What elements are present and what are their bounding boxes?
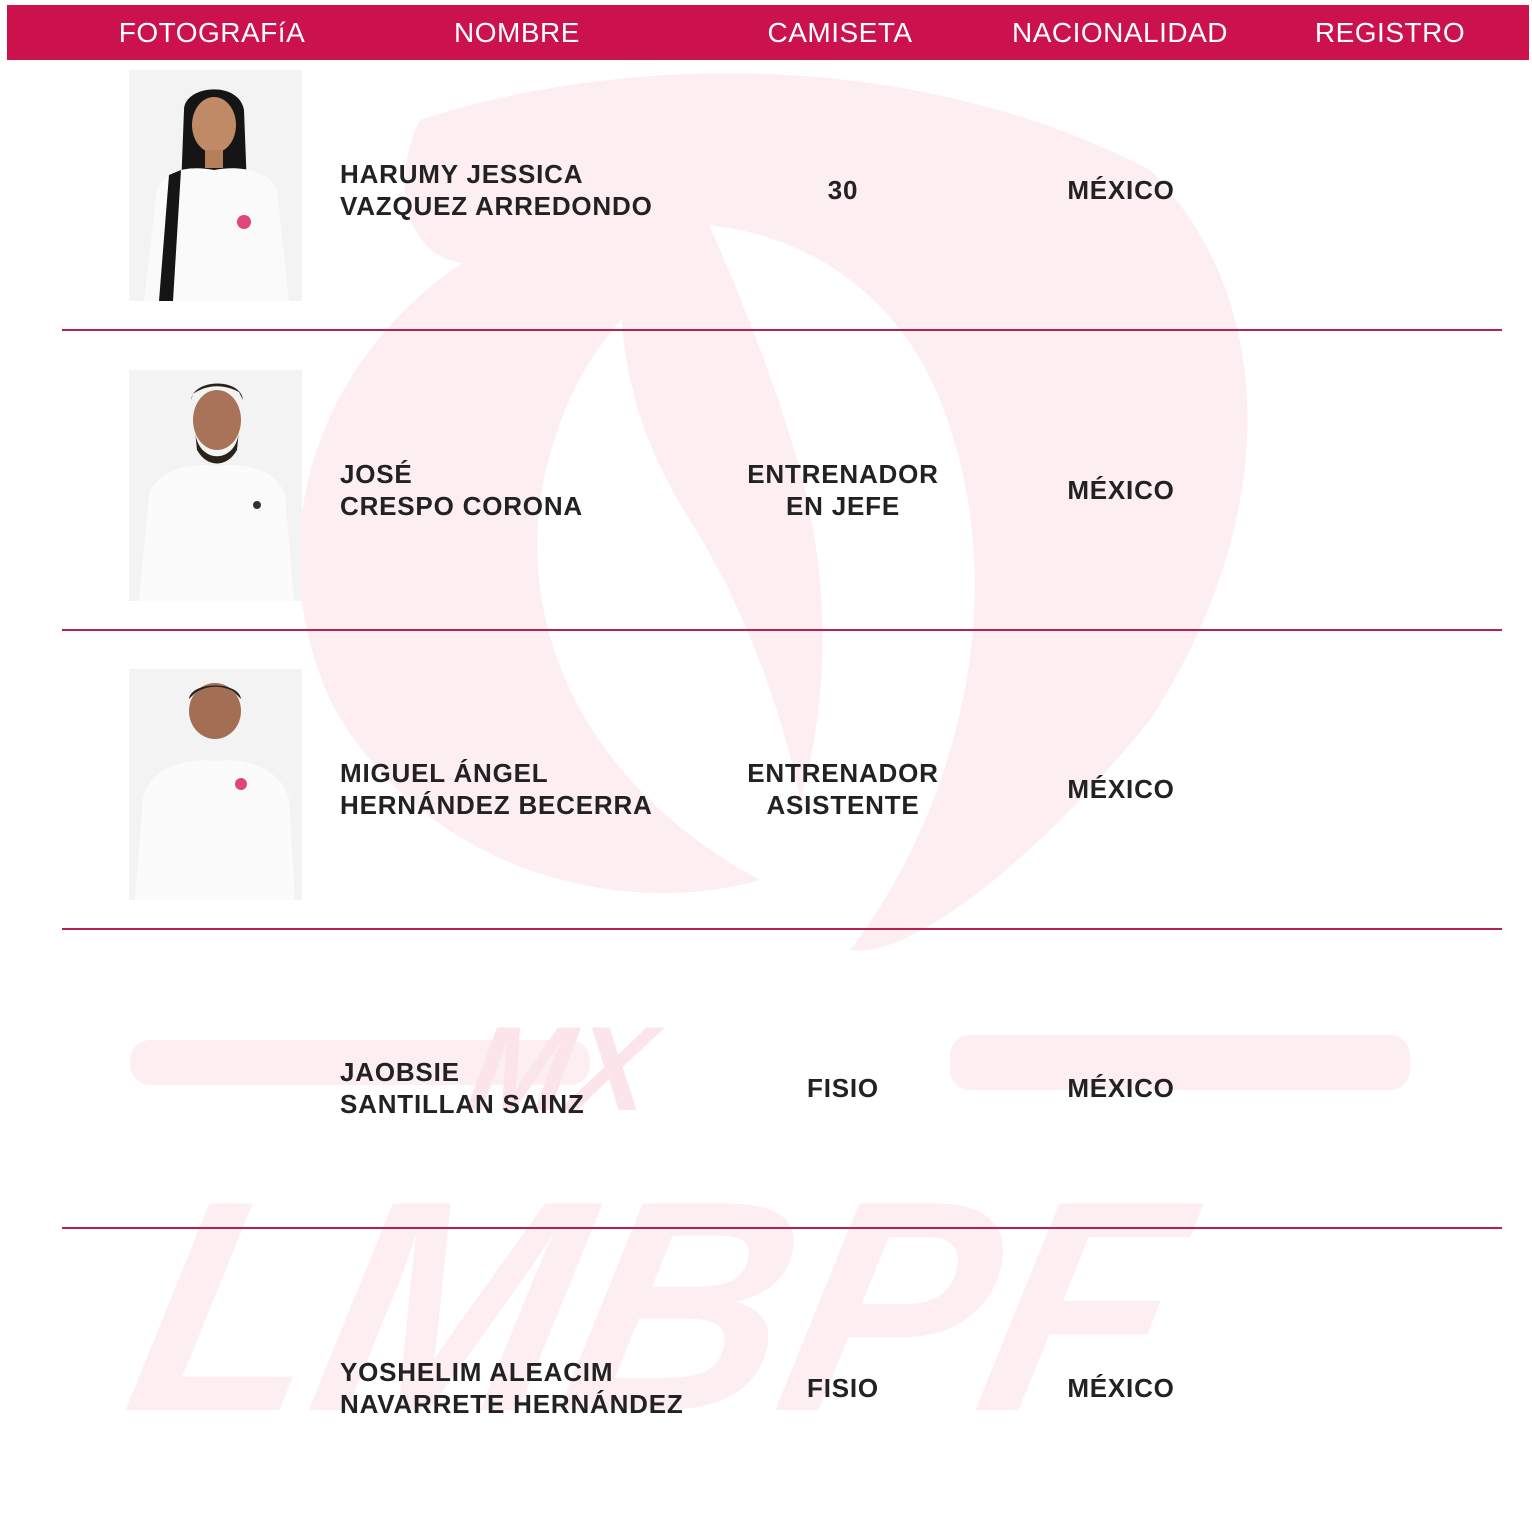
- shirt-line-2: ASISTENTE: [766, 790, 920, 820]
- name-line-1: JAOBSIE: [340, 1057, 460, 1087]
- player-name: YOSHELIM ALEACIM NAVARRETE HERNÁNDEZ: [340, 1356, 740, 1420]
- coach-photo: [129, 370, 302, 601]
- name-line-2: CRESPO CORONA: [340, 491, 583, 521]
- name-line-1: JOSÉ: [340, 459, 413, 489]
- name-line-2: HERNÁNDEZ BECERRA: [340, 790, 653, 820]
- nationality-value: MÉXICO: [1067, 1373, 1175, 1403]
- player-photo: [129, 70, 302, 301]
- assistant-photo: [129, 669, 302, 900]
- table-row: HARUMY JESSICA VAZQUEZ ARREDONDO 30 MÉXI…: [0, 0, 1532, 301]
- player-name: JAOBSIE SANTILLAN SAINZ: [340, 1056, 740, 1120]
- name-line-1: MIGUEL ÁNGEL: [340, 758, 549, 788]
- name-line-1: HARUMY JESSICA: [340, 159, 584, 189]
- table-row: YOSHELIM ALEACIM NAVARRETE HERNÁNDEZ FIS…: [0, 1198, 1532, 1498]
- shirt-value: ENTRENADOR ASISTENTE: [700, 757, 986, 821]
- nationality-value: MÉXICO: [1067, 774, 1175, 804]
- shirt-line-1: 30: [827, 175, 859, 205]
- name-line-2: VAZQUEZ ARREDONDO: [340, 191, 653, 221]
- shirt-line-1: ENTRENADOR: [747, 459, 939, 489]
- shirt-value: FISIO: [700, 1372, 986, 1404]
- shirt-line-2: EN JEFE: [786, 491, 900, 521]
- name-line-1: YOSHELIM ALEACIM: [340, 1357, 614, 1387]
- name-line-2: NAVARRETE HERNÁNDEZ: [340, 1389, 684, 1419]
- shirt-value: 30: [700, 174, 986, 206]
- shirt-value: ENTRENADOR EN JEFE: [700, 458, 986, 522]
- table-row: JAOBSIE SANTILLAN SAINZ FISIO MÉXICO: [0, 898, 1532, 1198]
- shirt-value: FISIO: [700, 1072, 986, 1104]
- nationality-value: MÉXICO: [1067, 475, 1175, 505]
- shirt-line-1: FISIO: [807, 1073, 879, 1103]
- table-row: JOSÉ CRESPO CORONA ENTRENADOR EN JEFE MÉ…: [0, 300, 1532, 601]
- player-name: HARUMY JESSICA VAZQUEZ ARREDONDO: [340, 158, 740, 222]
- player-name: MIGUEL ÁNGEL HERNÁNDEZ BECERRA: [340, 757, 740, 821]
- shirt-line-1: FISIO: [807, 1373, 879, 1403]
- nationality-value: MÉXICO: [1067, 1073, 1175, 1103]
- shirt-line-1: ENTRENADOR: [747, 758, 939, 788]
- table-row: MIGUEL ÁNGEL HERNÁNDEZ BECERRA ENTRENADO…: [0, 599, 1532, 900]
- player-name: JOSÉ CRESPO CORONA: [340, 458, 740, 522]
- nationality-value: MÉXICO: [1067, 175, 1175, 205]
- name-line-2: SANTILLAN SAINZ: [340, 1089, 585, 1119]
